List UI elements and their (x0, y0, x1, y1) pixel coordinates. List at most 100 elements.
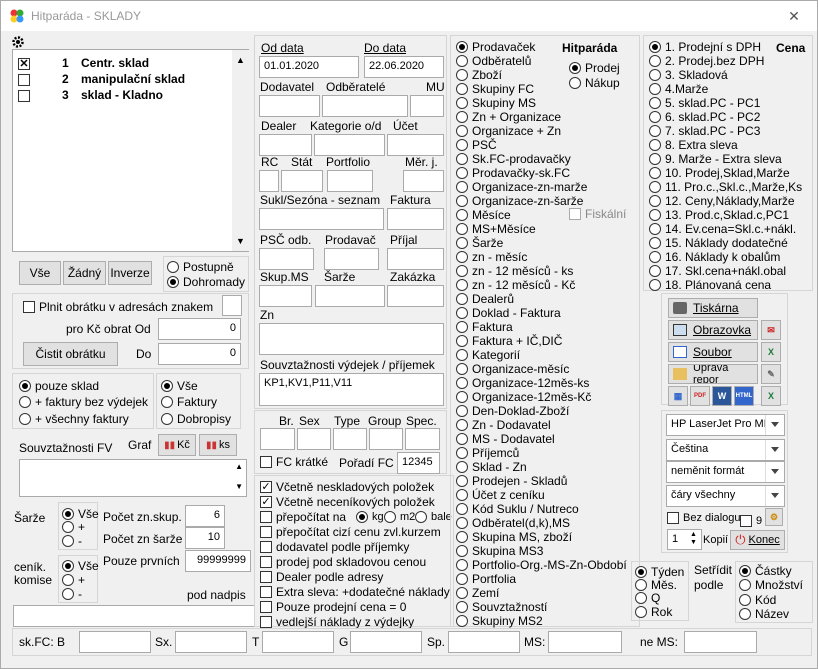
customers-input[interactable] (322, 95, 408, 117)
settings-icon[interactable]: ⚙ (765, 508, 783, 526)
fill-turnover-checkbox[interactable]: Plnit obrátku v adresách znakem (23, 299, 213, 315)
email-icon[interactable]: ✉ (761, 320, 781, 340)
batch-filter-input[interactable] (315, 285, 385, 307)
order-input[interactable] (387, 285, 444, 307)
turnover-char-input[interactable] (222, 295, 242, 316)
status-t-input[interactable] (262, 631, 334, 653)
fiscal-checkbox[interactable]: Fiskální (569, 206, 626, 222)
copies-spinner[interactable]: ▲ ▼ (690, 531, 697, 547)
option-checkbox-5[interactable]: dodavatel podle příjemky (260, 539, 409, 555)
recalc-m2-radio[interactable]: m2 (384, 509, 415, 525)
turnover-to-input[interactable]: 0 (158, 343, 241, 365)
list-scrollbar[interactable]: ▲ ▼ (232, 50, 249, 251)
seller-input[interactable] (324, 248, 379, 270)
batches-minus-radio[interactable]: - (62, 533, 82, 549)
select-all-button[interactable]: Vše (19, 261, 61, 285)
gradual-radio[interactable]: Postupně (167, 259, 234, 275)
warehouse-checkbox-3[interactable] (18, 88, 34, 104)
option-checkbox-4[interactable]: přepočítat cizí cenu zvl.kurzem (260, 524, 441, 540)
warehouse-checkbox-2[interactable] (18, 72, 34, 88)
recalc-bale-radio[interactable]: bale (415, 509, 452, 525)
edit-report-button[interactable]: Úprava repor (668, 364, 758, 384)
commission-minus-radio[interactable]: - (62, 586, 82, 602)
sukl-input[interactable] (259, 208, 384, 230)
sort-qty-radio[interactable]: Množství (739, 577, 803, 593)
state-input[interactable] (281, 170, 323, 192)
status-skfc-input[interactable] (79, 631, 151, 653)
option-checkbox-2[interactable]: ✓ Včetně neceníkových položek (260, 494, 435, 510)
receipt-input[interactable] (387, 248, 444, 270)
table-icon[interactable]: ▦ (668, 386, 688, 406)
hitparade-sale-radio[interactable]: Prodej (569, 60, 620, 76)
zn-input[interactable] (259, 323, 444, 355)
select-none-button[interactable]: Žádný (63, 261, 106, 285)
doc-all-radio[interactable]: Vše (161, 378, 198, 394)
turnover-from-input[interactable]: 0 (158, 318, 241, 340)
together-radio[interactable]: Dohromady (167, 274, 245, 290)
printer-select[interactable]: HP LaserJet Pro MFP (666, 414, 785, 436)
relations-input[interactable]: KP1,KV1,P11,V11 (259, 373, 444, 406)
br-input[interactable] (260, 428, 295, 450)
pdf-icon[interactable]: PDF (690, 386, 710, 406)
option-checkbox-3[interactable]: přepočítat na (260, 509, 346, 525)
option-checkbox-1[interactable]: ✓ Včetně neskladových položek (260, 479, 434, 495)
status-sp-input[interactable] (448, 631, 520, 653)
hitparade-purchase-radio[interactable]: Nákup (569, 75, 620, 91)
spec-input[interactable] (405, 428, 440, 450)
invoices-without-radio[interactable]: + faktury bez výdejek (19, 394, 148, 410)
warehouse-list[interactable]: ✕ 1 Centr. sklad 2 manipulační sklad 3 s… (12, 49, 249, 252)
status-sx-input[interactable] (175, 631, 247, 653)
fv-input[interactable]: ▲ ▼ (19, 459, 247, 497)
period-year-radio[interactable]: Rok (635, 604, 672, 620)
mu-input[interactable] (410, 95, 444, 117)
clear-turnover-button[interactable]: Čistit obrátku (23, 342, 118, 366)
end-button[interactable]: ⏻ Konec (730, 530, 785, 550)
excel-export-icon[interactable]: X (761, 386, 781, 406)
category-input[interactable] (314, 134, 385, 156)
doc-invoices-radio[interactable]: Faktury (161, 394, 217, 410)
report-radio-42[interactable]: Skupiny MS2 (456, 613, 543, 629)
format-select[interactable]: neměnit formát (666, 461, 785, 483)
magic-wand-icon[interactable]: ✎ (761, 364, 781, 384)
batch-count-input[interactable]: 10 (185, 527, 225, 549)
warehouse-row-2[interactable]: 2 manipulační sklad (18, 72, 233, 88)
option-checkbox-7[interactable]: Dealer podle adresy (260, 569, 383, 585)
language-select[interactable]: Čeština (666, 439, 785, 461)
invert-button[interactable]: Inverze (108, 261, 152, 285)
fc-short-checkbox[interactable]: FC krátké (260, 454, 328, 470)
portfolio-input[interactable] (327, 170, 373, 192)
group-input[interactable] (369, 428, 403, 450)
type-input[interactable] (333, 428, 367, 450)
graph-ks-button[interactable]: ▮▮ ks (199, 434, 237, 456)
invoice-input[interactable] (387, 208, 444, 230)
warehouse-row-3[interactable]: 3 sklad - Kladno (18, 88, 233, 104)
price-radio-18[interactable]: 18. Plánovaná cena (649, 277, 771, 293)
sort-name-radio[interactable]: Název (739, 606, 789, 622)
chevron-down-icon[interactable]: ▼ (235, 482, 243, 491)
rc-input[interactable] (259, 170, 279, 192)
gear-icon[interactable] (11, 35, 25, 49)
option-checkbox-6[interactable]: prodej pod skladovou cenou (260, 554, 426, 570)
lines-select[interactable]: čáry všechny (666, 485, 785, 507)
file-button[interactable]: Soubor (668, 342, 758, 362)
date-from-input[interactable]: 01.01.2020 (259, 56, 359, 78)
account-input[interactable] (387, 134, 444, 156)
status-ms-input[interactable] (548, 631, 622, 653)
doc-delivery-radio[interactable]: Dobropisy (161, 411, 231, 427)
status-g-input[interactable] (350, 631, 422, 653)
graph-kc-button[interactable]: ▮▮ Kč (158, 434, 196, 456)
option-checkbox-8[interactable]: Extra sleva: +dodatečné náklady (260, 584, 450, 600)
chevron-down-icon[interactable]: ▼ (236, 236, 245, 246)
nine-checkbox[interactable]: 9 (740, 513, 762, 529)
only-warehouse-radio[interactable]: pouze sklad (19, 378, 99, 394)
unit-input[interactable] (403, 170, 444, 192)
screen-button[interactable]: Obrazovka (668, 320, 758, 340)
dealer-input[interactable] (259, 134, 312, 156)
html-icon[interactable]: HTML (734, 386, 754, 406)
supplier-input[interactable] (259, 95, 320, 117)
status-ne-ms-input[interactable] (684, 631, 757, 653)
sex-input[interactable] (297, 428, 331, 450)
recalc-kg-radio[interactable]: kg (356, 509, 384, 525)
chevron-up-icon[interactable]: ▲ (236, 55, 245, 65)
groups-count-input[interactable]: 6 (185, 505, 225, 527)
